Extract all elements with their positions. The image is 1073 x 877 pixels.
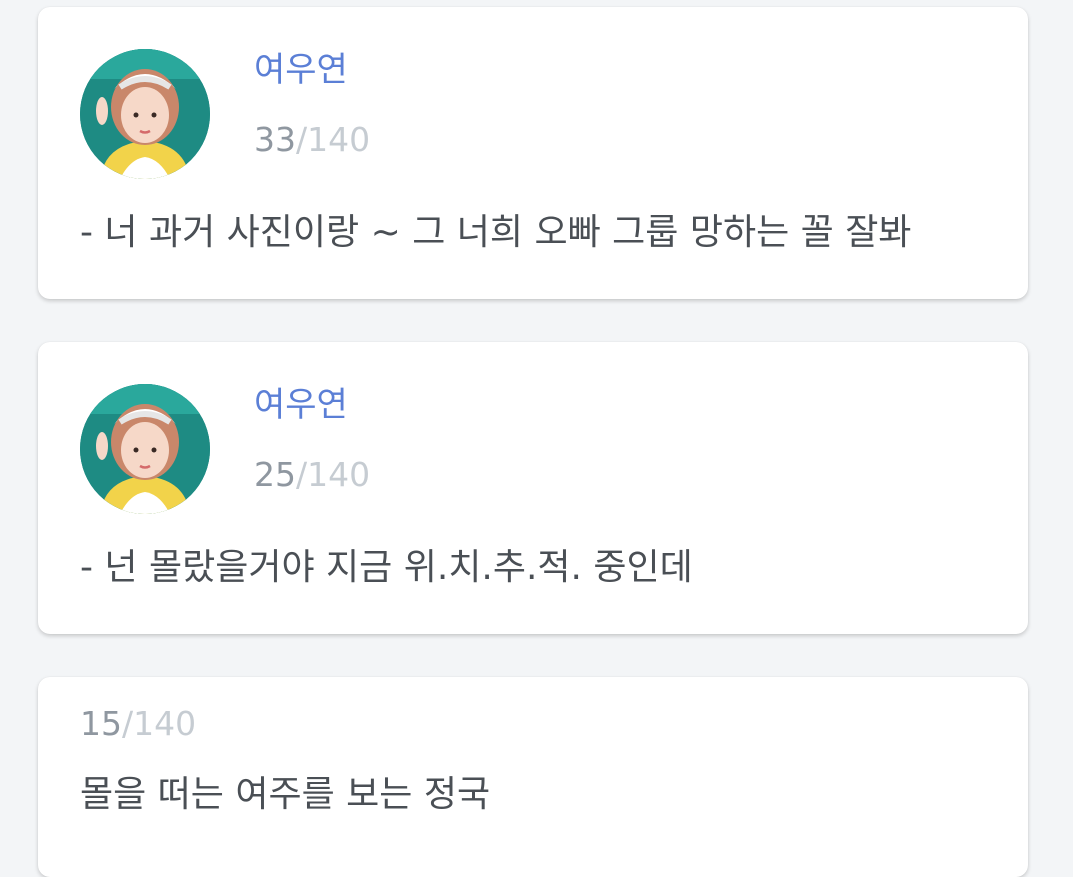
message-card: 여우연 25/140 - 넌 몰랐을거야 지금 위.치.추.적. 중인데 [38,342,1028,634]
message-card: 여우연 33/140 - 너 과거 사진이랑 ~ 그 너희 오빠 그룹 망하는 … [38,7,1028,299]
character-count-limit: /140 [296,120,371,159]
character-count-current: 25 [254,455,296,494]
avatar[interactable] [80,384,210,514]
avatar-image [80,384,210,514]
author-name[interactable]: 여우연 [254,50,348,90]
character-count: 33/140 [254,120,370,160]
character-count: 15/140 [80,704,196,744]
character-count: 25/140 [254,455,370,495]
character-count-limit: /140 [296,455,371,494]
character-count-current: 33 [254,120,296,159]
avatar-image [80,49,210,179]
message-text: - 넌 몰랐을거야 지금 위.치.추.적. 중인데 [80,547,693,588]
message-text: 몰을 떠는 여주를 보는 정국 [80,774,491,815]
character-count-current: 15 [80,704,122,743]
avatar[interactable] [80,49,210,179]
message-text: - 너 과거 사진이랑 ~ 그 너희 오빠 그룹 망하는 꼴 잘봐 [80,212,912,253]
author-name[interactable]: 여우연 [254,385,348,425]
character-count-limit: /140 [122,704,197,743]
message-card: 15/140 몰을 떠는 여주를 보는 정국 [38,677,1028,877]
